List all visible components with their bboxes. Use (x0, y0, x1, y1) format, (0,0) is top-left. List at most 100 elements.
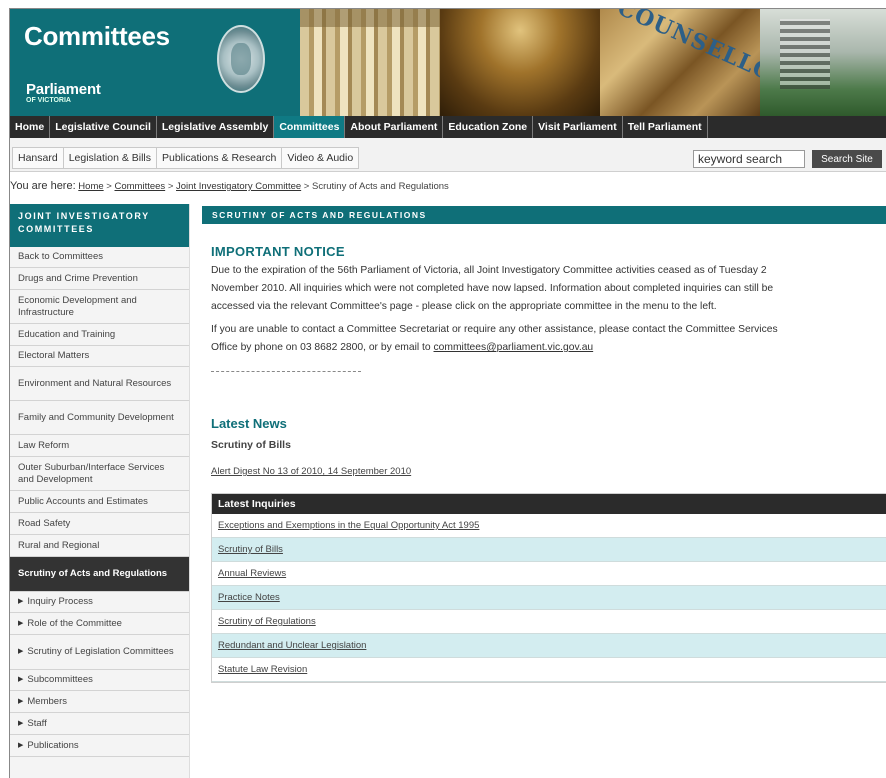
search-button[interactable]: Search Site (812, 150, 882, 168)
banner-photo-columns (300, 9, 440, 116)
sidebar-item-family-community[interactable]: Family and Community Development (10, 401, 189, 435)
notice-paragraph: Due to the expiration of the 56th Parlia… (211, 262, 886, 316)
sidebar-item-back[interactable]: Back to Committees (10, 247, 189, 268)
inquiry-row: Annual Reviews (212, 562, 886, 586)
latest-news-heading: Latest News (211, 416, 287, 431)
parliament-logo-text[interactable]: Parliament (26, 81, 101, 98)
sidebar-subitem-label: Inquiry Process (27, 596, 93, 607)
inquiry-row: Statute Law Revision (212, 658, 886, 682)
sidebar-heading: JOINT INVESTIGATORY COMMITTEES (10, 204, 189, 247)
sidebar-item-outer-suburban[interactable]: Outer Suburban/Interface Services and De… (10, 457, 189, 491)
breadcrumb-committees[interactable]: Committees (114, 181, 165, 192)
main-nav: Home Legislative Council Legislative Ass… (10, 116, 886, 138)
nav-education-zone[interactable]: Education Zone (443, 116, 534, 138)
sidebar-subitem-label: Role of the Committee (27, 617, 122, 629)
inquiry-link[interactable]: Scrutiny of Bills (218, 544, 283, 555)
sidebar-subitem-scrutiny-legislation[interactable]: ▶ Scrutiny of Legislation Committees (10, 635, 189, 670)
photo-inscription: COUNSELLORS (613, 9, 760, 102)
sidebar-item-environment[interactable]: Environment and Natural Resources (10, 367, 189, 401)
sidebar-item-economic-development[interactable]: Economic Development and Infrastructure (10, 290, 189, 324)
sidebar-subitem-role[interactable]: ▶ Role of the Committee (10, 613, 189, 635)
breadcrumb-home[interactable]: Home (78, 181, 103, 192)
sidebar-subitem-inquiry-process[interactable]: ▶ Inquiry Process (10, 592, 189, 613)
breadcrumb-sep: > (167, 181, 174, 192)
breadcrumb-joint-investigatory[interactable]: Joint Investigatory Committee (176, 181, 301, 192)
nav-legislative-assembly[interactable]: Legislative Assembly (157, 116, 275, 138)
arrow-right-icon: ▶ (18, 719, 24, 727)
nav-visit-parliament[interactable]: Visit Parliament (533, 116, 623, 138)
sidebar-item-public-accounts[interactable]: Public Accounts and Estimates (10, 491, 189, 513)
search-input[interactable] (693, 150, 805, 168)
arrow-right-icon: ▶ (18, 648, 24, 655)
nav-tell-parliament[interactable]: Tell Parliament (623, 116, 708, 138)
sidebar-item-road-safety[interactable]: Road Safety (10, 513, 189, 535)
subnav-publications-research[interactable]: Publications & Research (156, 147, 282, 169)
sidebar-subitem-publications[interactable]: ▶ Publications (10, 735, 189, 757)
sidebar-item-drugs-crime[interactable]: Drugs and Crime Prevention (10, 268, 189, 290)
inquiry-link[interactable]: Annual Reviews (218, 568, 286, 579)
alert-digest-link[interactable]: Alert Digest No 13 of 2010, 14 September… (211, 466, 411, 477)
notice-line-2: November 2010. All inquiries which were … (211, 283, 774, 294)
latest-inquiries-heading: Latest Inquiries (212, 494, 886, 514)
inquiry-link[interactable]: Exceptions and Exemptions in the Equal O… (218, 520, 479, 531)
sidebar-item-electoral-matters[interactable]: Electoral Matters (10, 346, 189, 367)
sidebar-subitem-label: Publications (27, 739, 79, 751)
latest-news-subtitle: Scrutiny of Bills (211, 439, 291, 451)
nav-committees[interactable]: Committees (274, 116, 346, 138)
site-title[interactable]: Committees (24, 21, 170, 52)
sidebar-subitem-label: Subcommittees (27, 674, 93, 685)
sidebar-subitem-label: Staff (27, 717, 47, 729)
section-title: SCRUTINY OF ACTS AND REGULATIONS (202, 206, 886, 224)
sidebar-subitem-subcommittees[interactable]: ▶ Subcommittees (10, 670, 189, 691)
subnav-hansard[interactable]: Hansard (12, 147, 63, 169)
nav-home[interactable]: Home (10, 116, 51, 138)
latest-inquiries-table: Latest Inquiries Exceptions and Exemptio… (211, 493, 886, 683)
site-banner: Committees Parliament OF VICTORIA COUNSE… (10, 9, 886, 116)
sidebar-subitem-staff[interactable]: ▶ Staff (10, 713, 189, 735)
inquiry-row: Practice Notes (212, 586, 886, 610)
inquiry-link[interactable]: Practice Notes (218, 592, 280, 603)
inquiry-link[interactable]: Redundant and Unclear Legislation (218, 640, 366, 651)
notice-title: IMPORTANT NOTICE (211, 244, 345, 259)
sidebar-subitem-members[interactable]: ▶ Members (10, 691, 189, 713)
page-frame: Committees Parliament OF VICTORIA COUNSE… (9, 8, 886, 778)
divider (211, 371, 361, 372)
arrow-right-icon: ▶ (18, 598, 24, 605)
sub-nav: Hansard Legislation & Bills Publications… (10, 138, 886, 172)
parliament-crest-icon (217, 25, 265, 93)
breadcrumb-sep: > (106, 181, 112, 192)
contact-line-2-wrap: Office by phone on 03 8682 2800, or by e… (211, 339, 886, 357)
inquiry-row: Exceptions and Exemptions in the Equal O… (212, 514, 886, 538)
banner-photo-counsellors: COUNSELLORS (600, 9, 760, 116)
sidebar-subitem-label: Scrutiny of Legislation Committees (27, 646, 174, 657)
inquiry-row: Scrutiny of Regulations (212, 610, 886, 634)
contact-email-link[interactable]: committees@parliament.vic.gov.au (434, 342, 594, 353)
sidebar-item-law-reform[interactable]: Law Reform (10, 435, 189, 457)
notice-line-3: accessed via the relevant Committee's pa… (211, 301, 717, 312)
banner-photo-chamber (760, 9, 886, 116)
inquiry-link[interactable]: Statute Law Revision (218, 664, 307, 675)
victoria-logo-text: OF VICTORIA (26, 97, 71, 104)
sidebar: JOINT INVESTIGATORY COMMITTEES Back to C… (10, 204, 190, 778)
sidebar-item-education-training[interactable]: Education and Training (10, 324, 189, 346)
inquiry-row: Scrutiny of Bills (212, 538, 886, 562)
contact-paragraph: If you are unable to contact a Committee… (211, 321, 886, 357)
arrow-right-icon: ▶ (18, 697, 24, 705)
breadcrumb-sep: > (303, 181, 310, 192)
breadcrumb-label: You are here: (10, 180, 76, 192)
banner-photo-ceiling (440, 9, 600, 116)
main-content: SCRUTINY OF ACTS AND REGULATIONS IMPORTA… (202, 206, 886, 683)
arrow-right-icon: ▶ (18, 741, 24, 749)
breadcrumb-current: Scrutiny of Acts and Regulations (312, 181, 449, 192)
notice-line-1: Due to the expiration of the 56th Parlia… (211, 265, 767, 276)
nav-legislative-council[interactable]: Legislative Council (50, 116, 157, 138)
inquiry-link[interactable]: Scrutiny of Regulations (218, 616, 316, 627)
breadcrumb: You are here: Home > Committees > Joint … (10, 180, 449, 192)
contact-line-2: Office by phone on 03 8682 2800, or by e… (211, 342, 431, 353)
nav-about-parliament[interactable]: About Parliament (345, 116, 444, 138)
arrow-right-icon: ▶ (18, 619, 24, 627)
subnav-legislation-bills[interactable]: Legislation & Bills (62, 147, 156, 169)
sidebar-item-rural-regional[interactable]: Rural and Regional (10, 535, 189, 557)
subnav-video-audio[interactable]: Video & Audio (281, 147, 360, 169)
sidebar-item-scrutiny-acts[interactable]: Scrutiny of Acts and Regulations (10, 557, 189, 592)
